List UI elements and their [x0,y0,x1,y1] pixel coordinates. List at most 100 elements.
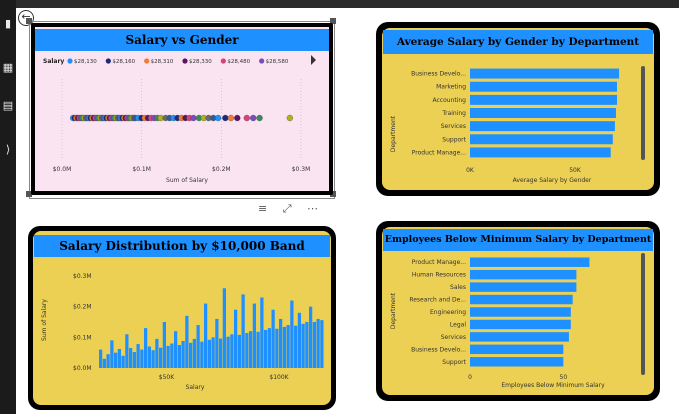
y-tick-label: Business Develo... [411,346,466,353]
bar [294,325,298,368]
bar [470,81,617,92]
scatter-point [190,114,197,122]
dax-icon[interactable]: ⟩ [0,144,16,155]
legend-marker [182,58,188,64]
report-icon[interactable]: ▮ [0,18,16,29]
bar [207,339,211,368]
legend-marker [105,58,111,64]
x-axis-title: Average Salary by Gender [513,177,592,184]
bar [166,345,170,368]
y-tick-label: $0.0M [73,365,92,372]
bar [136,344,140,368]
x-tick-label: 50 [560,374,568,381]
model-icon[interactable]: ▤ [0,100,16,111]
salary-gender-card[interactable]: Salary vs Gender Salary $28,130 $28,160 $28… [31,23,333,195]
y-tick-label: Engineering [430,309,466,316]
y-tick-label: Product Manage... [412,259,466,266]
below-minimum-card[interactable]: Employees Below Minimum Salary by Depart… [376,221,660,401]
legend-title: Salary [43,58,64,65]
bar [151,350,155,368]
legend-item: $28,310 [151,59,174,65]
legend-marker [144,58,150,64]
bar [132,352,136,368]
bar [211,337,215,368]
plot-area: 0 50 Product Manage... Human Resources Sales… [409,257,590,381]
bar [162,322,166,368]
bar [241,294,245,368]
bar [170,343,174,368]
bar [309,306,313,368]
bar [470,307,571,317]
legend-marker [259,58,265,64]
bar [252,303,256,368]
table-icon[interactable]: ▦ [0,62,16,73]
scrollbar[interactable] [641,66,645,160]
legend-item: $28,580 [266,59,289,65]
bar [312,322,316,368]
bar [301,323,305,368]
salary-distribution-card[interactable]: Salary Distribution by $10,000 Band $0.3… [28,226,336,410]
legend-marker [220,58,226,64]
x-axis-title: Sum of Salary [166,177,208,184]
bar [316,318,320,368]
legend-marker [67,58,73,64]
y-tick-label: Sales [450,284,466,291]
x-tick-label: 50K [569,167,582,174]
filter-icon[interactable]: ≡ [258,202,267,215]
bar [264,329,268,368]
legend-next-icon[interactable] [311,55,316,65]
x-tick-label: $0.2M [212,166,231,173]
scatter-point [286,114,293,122]
bar [297,312,301,368]
top-bar [16,0,679,8]
x-tick-label: $100K [269,374,289,381]
x-tick-label: 0 [468,374,472,381]
plot-area: $0.3M $0.2M $0.1M $0.0M $50K $100K [73,273,324,381]
avg-salary-card[interactable]: Average Salary by Gender by Department 0… [376,22,660,196]
legend-item: $28,480 [227,59,250,65]
bar [204,303,208,368]
scrollbar[interactable] [641,253,645,375]
scatter-point [256,114,263,122]
more-options-icon[interactable]: ⋯ [307,202,318,215]
bar [110,340,114,368]
x-tick-label: 0K [466,167,475,174]
x-axis-title: Employees Below Minimum Salary [501,382,605,389]
bar [155,338,159,368]
bar [219,338,223,368]
bar [470,269,577,280]
bar [215,318,219,368]
bar [140,349,144,368]
y-tick-label: Legal [450,321,466,328]
legend-item: $28,130 [74,59,97,65]
x-axis-title: Salary [186,384,205,391]
avg-salary-chart: 0K 50K Business Develo... Marketing Accounti… [390,66,645,184]
bar [106,354,110,368]
bar [147,346,151,368]
bar [279,318,283,368]
scatter-point [250,114,257,122]
bar [200,341,204,368]
bar [234,309,238,368]
bar [125,334,129,368]
bar [129,348,133,368]
y-tick-label: Accounting [432,97,466,104]
y-axis-title: Department [390,115,397,152]
bar [144,328,148,368]
bar [260,297,264,368]
bar [99,349,103,368]
bar [282,326,286,368]
bar [470,147,611,158]
focus-mode-icon[interactable]: ⤢ [283,202,292,215]
y-tick-label: Services [441,334,466,341]
bar [275,328,279,368]
left-nav-rail: ▮ ▦ ▤ ⟩ [0,0,16,414]
x-tick-label: $0.3M [292,166,311,173]
bar [226,336,230,368]
bar [121,355,125,368]
bar [249,331,253,368]
legend-item: $28,160 [112,59,135,65]
bar [222,288,226,368]
bar [305,322,309,368]
y-tick-label: Marketing [436,84,466,91]
